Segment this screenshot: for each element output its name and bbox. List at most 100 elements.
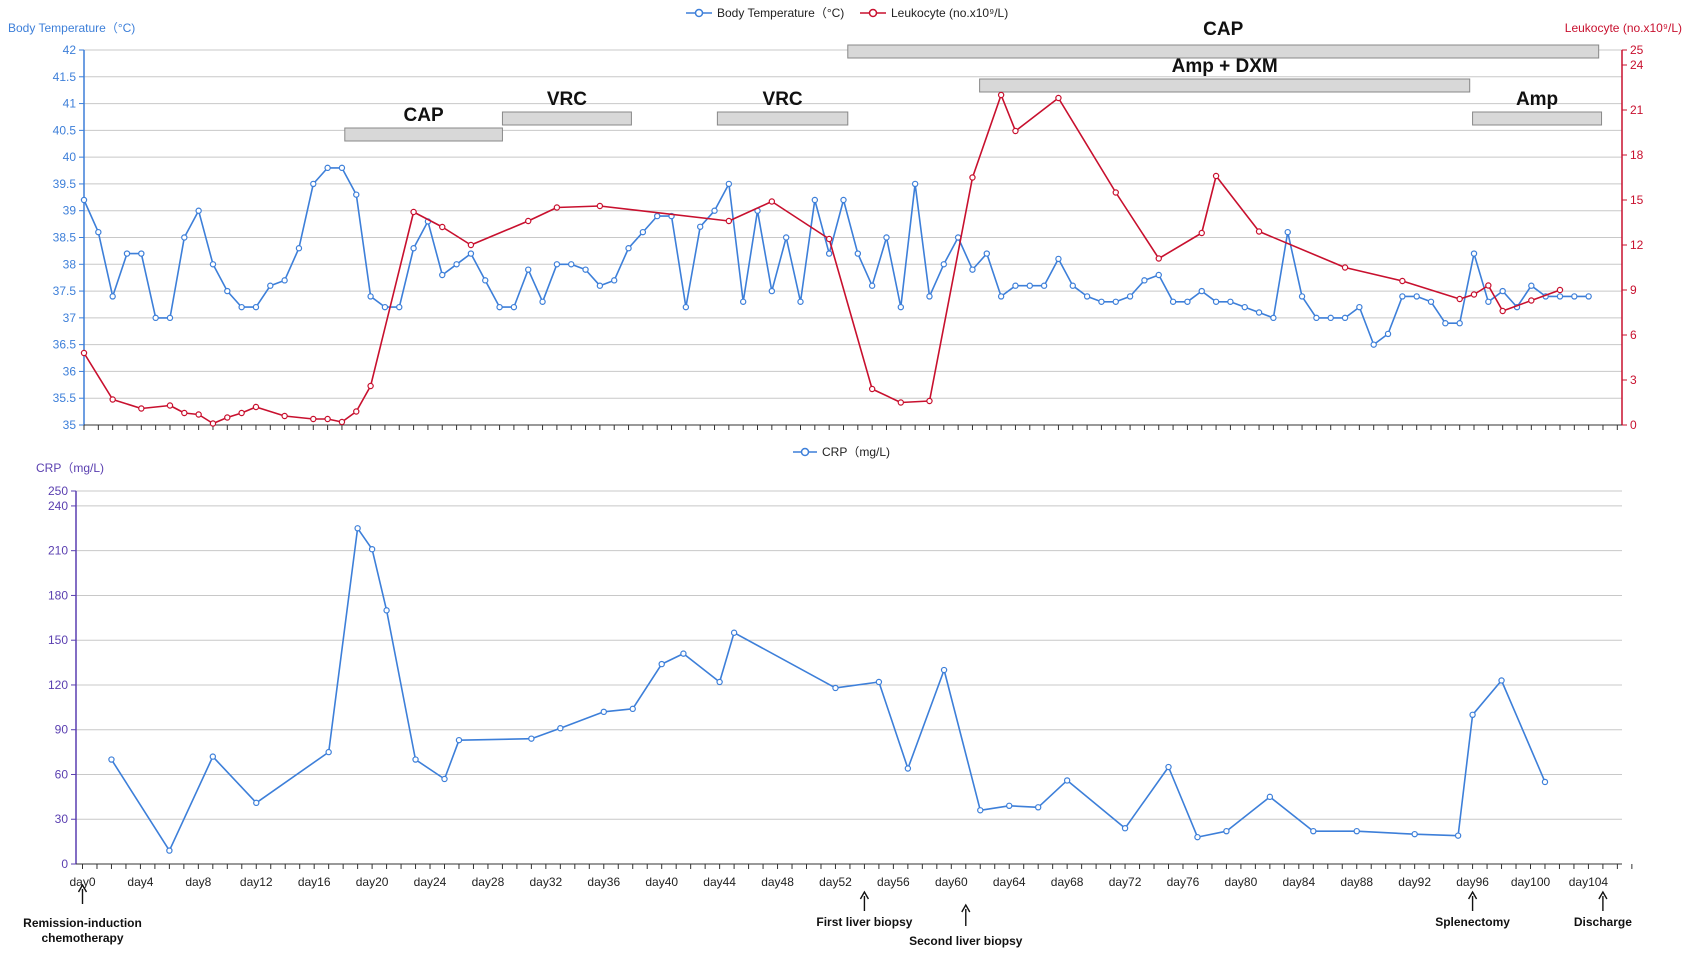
temperature-point xyxy=(1255,309,1263,316)
day-tick-label: day24 xyxy=(414,875,447,889)
event-annotations: Remission-induction chemotherapy First liv… xyxy=(23,883,1632,948)
temperature-point xyxy=(1126,293,1134,300)
temperature-point xyxy=(1184,298,1191,305)
temperature-point xyxy=(940,261,948,268)
treatment-bar-label: CAP xyxy=(404,105,444,126)
temperature-point xyxy=(696,223,704,230)
temperature-point xyxy=(295,245,303,252)
leukocyte-point xyxy=(310,415,317,423)
temperature-point xyxy=(324,164,331,172)
crp-point xyxy=(1469,711,1476,719)
temperature-point xyxy=(138,250,145,257)
temperature-point xyxy=(525,266,532,273)
temperature-point xyxy=(1399,293,1406,300)
leukocyte-point xyxy=(997,91,1005,99)
crp-point xyxy=(253,799,260,807)
temperature-point xyxy=(1212,298,1220,305)
leukocyte-point xyxy=(868,385,876,393)
temperature-point xyxy=(209,261,217,268)
leukocyte-point xyxy=(1012,127,1019,135)
day-tick-label: day20 xyxy=(356,875,389,889)
temperature-point xyxy=(1040,282,1048,289)
temperature-series xyxy=(80,164,1592,348)
temperature-point xyxy=(410,245,417,252)
temperature-tick-label: 39 xyxy=(63,204,77,218)
temperature-point xyxy=(109,293,116,300)
crp-point xyxy=(354,525,361,532)
leukocyte-point xyxy=(1155,255,1162,262)
temperature-point xyxy=(1026,282,1033,289)
temperature-point xyxy=(367,293,374,300)
temperature-point xyxy=(553,261,561,268)
leukocyte-point xyxy=(1456,295,1463,303)
temperature-point xyxy=(1556,293,1564,300)
day-tick-label: day52 xyxy=(819,875,852,889)
treatment-bar xyxy=(501,111,632,126)
leukocyte-point xyxy=(825,235,833,243)
treatment-bar-label: Amp xyxy=(1516,89,1558,110)
temperature-point xyxy=(1470,250,1478,257)
day-tick-label: day12 xyxy=(240,875,273,889)
day-tick-label: day96 xyxy=(1456,875,1489,889)
leukocyte-point xyxy=(224,414,231,421)
day-tick-label: day4 xyxy=(127,875,153,889)
temperature-tick-label: 38.5 xyxy=(53,231,77,245)
treatment-bar xyxy=(979,78,1471,93)
crp-axis-title: CRP（mg/L) xyxy=(36,461,104,475)
temperature-point xyxy=(1012,282,1019,289)
leukocyte-point xyxy=(725,217,733,225)
leukocyte-point xyxy=(324,415,331,423)
temperature-point xyxy=(181,234,188,241)
leukocyte-point xyxy=(1112,189,1119,196)
leukocyte-point xyxy=(1470,291,1478,298)
temperature-point xyxy=(1270,314,1277,322)
crp-legend-marker xyxy=(800,447,810,457)
crp-point xyxy=(940,666,948,674)
temperature-point xyxy=(439,271,446,279)
temperature-point xyxy=(1313,314,1320,322)
crp-point xyxy=(325,748,332,756)
temperature-point xyxy=(1499,287,1506,295)
annotation-label: Splenectomy xyxy=(1435,915,1510,929)
temperature-point xyxy=(897,303,905,311)
temperature-point xyxy=(840,196,847,204)
leukocyte-point xyxy=(138,405,145,412)
leukocyte-point xyxy=(1055,94,1062,102)
temperature-tick-label: 35 xyxy=(63,418,77,432)
day-tick-label: day0 xyxy=(69,875,95,889)
temperature-point xyxy=(510,303,518,311)
leukocyte-point xyxy=(353,408,360,415)
temperature-point xyxy=(467,250,475,257)
day-tick-label: day40 xyxy=(645,875,678,889)
day-tick-label: day44 xyxy=(703,875,736,889)
crp-point xyxy=(716,678,723,686)
temperature-tick-label: 42 xyxy=(63,43,77,57)
leukocyte-point xyxy=(252,403,260,411)
temperature-point xyxy=(1198,287,1205,295)
leukocyte-point xyxy=(1255,228,1263,235)
annotation-label: First liver biopsy xyxy=(816,915,912,929)
temperature-point xyxy=(868,282,876,289)
leukocyte-point xyxy=(338,418,346,426)
crp-tick-label: 60 xyxy=(55,767,69,781)
temperature-point xyxy=(539,298,546,305)
crp-point xyxy=(1498,677,1505,684)
crp-line xyxy=(110,527,1546,852)
temperature-axis-title: Body Temperature（°C) xyxy=(8,21,135,35)
temperature-point xyxy=(152,314,159,322)
temperature-point xyxy=(195,207,202,214)
crp-point xyxy=(832,684,839,692)
crp-point xyxy=(1353,827,1360,835)
temperature-tick-label: 38 xyxy=(63,257,77,271)
temperature-tick-label: 35.5 xyxy=(53,391,77,405)
leukocyte-point xyxy=(181,409,188,417)
temperature-tick-label: 36 xyxy=(63,364,77,378)
temperature-point xyxy=(1370,341,1377,348)
leukocyte-series xyxy=(80,91,1564,427)
temperature-point xyxy=(1098,298,1105,305)
bottom-legend: CRP（mg/L) xyxy=(793,445,890,459)
leukocyte-point xyxy=(1499,307,1506,315)
treatment-bar xyxy=(716,111,849,126)
leukocyte-tick-label: 9 xyxy=(1630,283,1637,297)
crp-series xyxy=(108,525,1549,854)
